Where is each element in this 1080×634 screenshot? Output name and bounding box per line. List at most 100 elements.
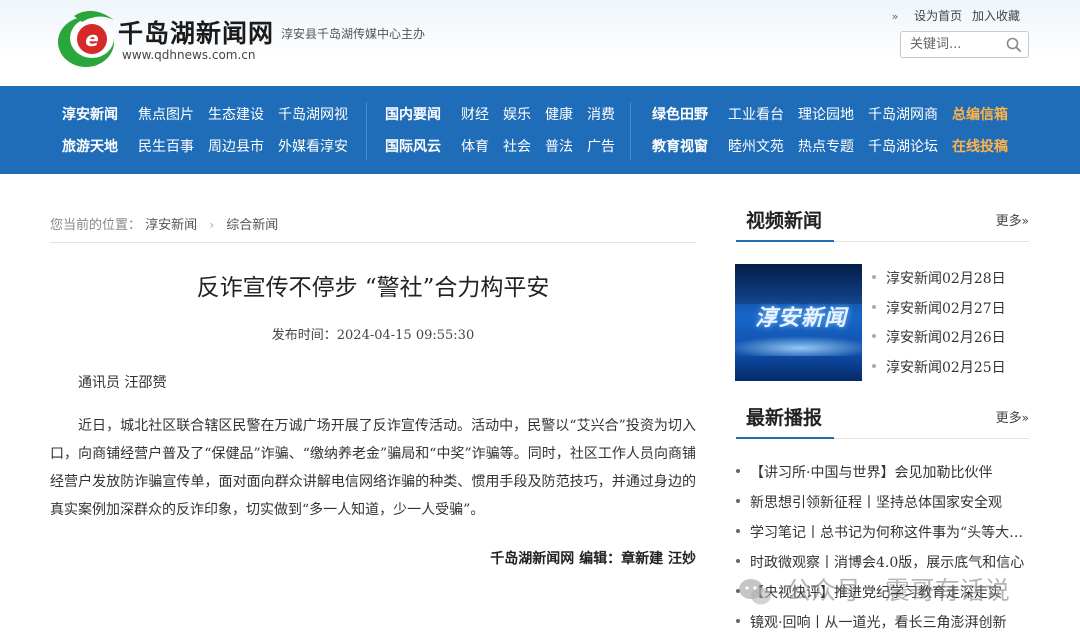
nav-head-international[interactable]: 国际风云 (385, 136, 441, 156)
nav-item[interactable]: 民生百事 (138, 136, 194, 156)
bullet-icon (872, 275, 876, 279)
bullet-icon (736, 529, 740, 533)
video-list: 淳安新闻02月28日 淳安新闻02月27日 淳安新闻02月26日 淳安新闻02月… (872, 268, 1006, 386)
news-item-label: 【讲习所·中国与世界】会见加勒比伙伴 (750, 465, 993, 481)
thumb-base (735, 356, 862, 381)
divider (50, 242, 696, 243)
online-submission-link[interactable]: 在线投稿 (952, 136, 1008, 156)
main-nav: 淳安新闻 焦点图片 生态建设 千岛湖网视 旅游天地 民生百事 周边县市 外媒看淳安 国内要闻… (0, 86, 1080, 174)
watermark-text: 公众号 · 震哥有话说 (785, 576, 1010, 605)
search-input[interactable] (901, 32, 1001, 57)
site-header: e 千岛湖新闻网 www.qdhnews.com.cn 淳安县千岛湖传媒中心主办… (0, 0, 1080, 86)
nav-item[interactable]: 千岛湖网视 (278, 104, 348, 124)
breadcrumb-prefix: 您当前的位置： (50, 218, 142, 233)
article-title: 反诈宣传不停步 “警社”合力构平安 (196, 275, 550, 301)
more-label: 更多 (995, 214, 1022, 229)
video-thumbnail[interactable]: 淳安新闻 (735, 264, 862, 381)
nav-head-domestic[interactable]: 国内要闻 (385, 104, 441, 124)
nav-item[interactable]: 周边县市 (208, 136, 264, 156)
set-homepage-link[interactable]: 设为首页 (914, 9, 962, 23)
nav-divider (366, 102, 367, 160)
site-title: 千岛湖新闻网 (118, 19, 275, 48)
top-links: » 设为首页 加入收藏 (892, 7, 1020, 24)
breadcrumb-item[interactable]: 综合新闻 (226, 218, 278, 233)
list-item[interactable]: 新思想引领新征程丨坚持总体国家安全观 (736, 492, 1029, 522)
search-icon[interactable] (1006, 37, 1022, 53)
list-item[interactable]: 学习笔记丨总书记为何称这件事为“头等大事” (736, 522, 1029, 552)
bullet-icon (872, 304, 876, 309)
article-byline: 通讯员 汪邵赟 (78, 375, 167, 391)
title-underline (736, 240, 834, 242)
title-underline (736, 437, 834, 439)
video-news-title: 视频新闻 (746, 210, 823, 232)
nav-item[interactable]: 千岛湖论坛 (868, 136, 938, 156)
thumb-logo-text: 淳安新闻 (755, 306, 848, 331)
nav-item[interactable]: 社会 (503, 136, 531, 156)
video-item-label: 淳安新闻02月28日 (886, 271, 1006, 287)
video-item-label: 淳安新闻02月25日 (886, 359, 1006, 376)
double-chevron-right-icon: » (1021, 411, 1029, 425)
video-item-label: 淳安新闻02月26日 (886, 330, 1006, 346)
watermark: 公众号 · 震哥有话说 (738, 571, 1010, 607)
nav-item[interactable]: 理论园地 (798, 104, 854, 124)
list-item[interactable]: 【讲习所·中国与世界】会见加勒比伙伴 (736, 462, 1029, 492)
publish-time: 发布时间：2024-04-15 09:55:30 (271, 328, 475, 343)
news-item-label: 新思想引领新征程丨坚持总体国家安全观 (750, 495, 1002, 511)
news-item-label: 镜观·回响丨从一道光，看长三角澎湃创新 (750, 615, 1007, 631)
list-item[interactable]: 镜观·回响丨从一道光，看长三角澎湃创新 (736, 612, 1029, 634)
breadcrumb-item[interactable]: 淳安新闻 (145, 218, 197, 233)
nav-item[interactable]: 体育 (461, 136, 489, 156)
logo-e-icon: e (58, 10, 114, 67)
video-more-link[interactable]: 更多» (996, 210, 1029, 229)
nav-item[interactable]: 工业看台 (728, 104, 784, 124)
chevron-right-icon: › (209, 218, 215, 232)
site-url: www.qdhnews.com.cn (122, 48, 256, 62)
nav-head-green-fields[interactable]: 绿色田野 (652, 104, 708, 124)
editor-mailbox-link[interactable]: 总编信箱 (952, 104, 1008, 124)
nav-item[interactable]: 热点专题 (798, 136, 854, 156)
nav-item[interactable]: 千岛湖网商 (868, 104, 938, 124)
nav-head-chunan-news[interactable]: 淳安新闻 (62, 104, 118, 124)
nav-item[interactable]: 健康 (545, 104, 573, 124)
video-news-header: 视频新闻 更多» (736, 206, 1029, 242)
nav-item[interactable]: 生态建设 (208, 104, 264, 124)
news-item-label: 时政微观察丨消博会4.0版，展示底气和信心 (750, 555, 1025, 571)
more-label: 更多 (995, 411, 1022, 426)
news-item-label: 学习笔记丨总书记为何称这件事为“头等大事” (750, 525, 1029, 541)
nav-row: 淳安新闻 焦点图片 生态建设 千岛湖网视 (62, 104, 362, 124)
nav-item[interactable]: 外媒看淳安 (278, 136, 348, 156)
nav-divider (630, 102, 631, 160)
double-chevron-right-icon: » (1021, 214, 1029, 228)
breadcrumb: 您当前的位置： 淳安新闻 › 综合新闻 (50, 214, 278, 233)
list-item[interactable]: 淳安新闻02月26日 (872, 327, 1006, 357)
chat-bubble-icon (739, 579, 771, 605)
bullet-icon (736, 559, 740, 563)
add-favorite-link[interactable]: 加入收藏 (972, 9, 1020, 23)
latest-more-link[interactable]: 更多» (996, 407, 1029, 426)
article-body: 近日，城北社区联合辖区民警在万诚广场开展了反诈宣传活动。活动中，民警以“艾兴合”… (50, 418, 696, 518)
bullet-icon (736, 619, 740, 623)
latest-news-list: 【讲习所·中国与世界】会见加勒比伙伴 新思想引领新征程丨坚持总体国家安全观 学习… (736, 462, 1029, 634)
nav-item[interactable]: 广告 (587, 136, 615, 156)
nav-item[interactable]: 焦点图片 (138, 104, 194, 124)
nav-item[interactable]: 消费 (587, 104, 615, 124)
list-item[interactable]: 淳安新闻02月27日 (872, 298, 1006, 328)
nav-row: 旅游天地 民生百事 周边县市 外媒看淳安 (62, 136, 362, 156)
bullet-icon (736, 499, 740, 503)
nav-head-travel[interactable]: 旅游天地 (62, 136, 118, 156)
bullet-icon (872, 363, 876, 368)
nav-row: 绿色田野 工业看台 理论园地 千岛湖网商 总编信箱 (652, 104, 1022, 124)
bullet-icon (736, 469, 740, 473)
double-chevron-icon: » (891, 10, 899, 23)
nav-head-education[interactable]: 教育视窗 (652, 136, 708, 156)
latest-news-header: 最新播报 更多» (736, 403, 1029, 439)
article-editor-line: 千岛湖新闻网 编辑：章新建 汪妙 (490, 551, 696, 567)
nav-row: 国内要闻 财经 娱乐 健康 消费 (385, 104, 629, 124)
nav-item[interactable]: 娱乐 (503, 104, 531, 124)
nav-item[interactable]: 睦州文苑 (728, 136, 784, 156)
search-box (900, 31, 1029, 58)
nav-item[interactable]: 财经 (461, 104, 489, 124)
nav-item[interactable]: 普法 (545, 136, 573, 156)
list-item[interactable]: 淳安新闻02月28日 (872, 268, 1006, 298)
list-item[interactable]: 淳安新闻02月25日 (872, 357, 1006, 387)
